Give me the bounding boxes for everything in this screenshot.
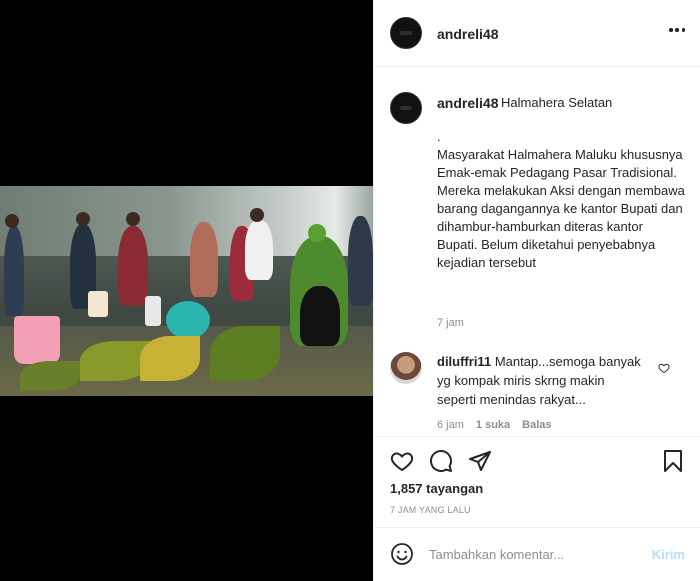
post-timestamp[interactable]: 7 JAM YANG LALU [390,505,471,515]
video-bucket-white [88,291,108,317]
caption-author-avatar[interactable] [390,92,422,124]
video-head [5,214,19,228]
author-avatar[interactable] [390,17,422,49]
video-head [308,224,326,242]
comment-meta: 6 jam 1 suka Balas [437,419,552,431]
video-person [245,220,273,280]
commenter-username[interactable]: diluffri11 [437,354,491,369]
post-comment-button[interactable]: Kirim [652,547,685,562]
bookmark-icon[interactable] [661,449,685,473]
comment-icon[interactable] [429,449,453,473]
video-produce [210,326,280,381]
heart-icon[interactable] [390,449,414,473]
video-person [348,216,373,306]
video-bucket-teal [166,301,210,339]
caption-location: Halmahera Selatan [501,95,613,110]
post-actions: 1,857 tayangan 7 JAM YANG LALU [374,436,700,526]
video-bucket-white [145,296,161,326]
add-comment-bar: Kirim [374,527,700,581]
post-header: andreli48 [374,0,700,67]
comment-likes[interactable]: 1 suka [476,419,510,431]
more-icon[interactable] [669,28,685,32]
video-produce [20,361,80,391]
commenter-avatar[interactable] [390,352,422,384]
heart-small-icon[interactable] [658,362,670,374]
view-count[interactable]: 1,857 tayangan [390,481,483,496]
video-person [300,286,340,346]
comment-item: diluffri11 Mantap...semoga banyak yg kom… [437,352,647,409]
media-pane[interactable] [0,0,373,581]
emoji-icon[interactable] [390,542,414,566]
video-head [250,208,264,222]
video-person [118,226,148,306]
author-username[interactable]: andreli48 [437,26,498,42]
video-person [190,222,218,297]
caption-time: 7 jam [437,317,464,329]
video-produce [140,336,200,381]
post-sidebar: andreli48 andreli48 Halmahera Selatan . … [373,0,700,581]
share-icon[interactable] [468,449,492,473]
video-head [126,212,140,226]
caption-username[interactable]: andreli48 [437,95,498,111]
reply-button[interactable]: Balas [522,419,551,431]
comments-section[interactable]: andreli48 Halmahera Selatan . Masyarakat… [374,68,700,436]
video-frame[interactable] [0,186,373,396]
caption-text: . Masyarakat Halmahera Maluku khususnya … [437,129,685,270]
video-person [4,226,24,316]
video-head [76,212,90,226]
comment-time: 6 jam [437,419,464,431]
comment-input[interactable] [429,542,639,566]
video-bucket-pink [14,316,60,364]
